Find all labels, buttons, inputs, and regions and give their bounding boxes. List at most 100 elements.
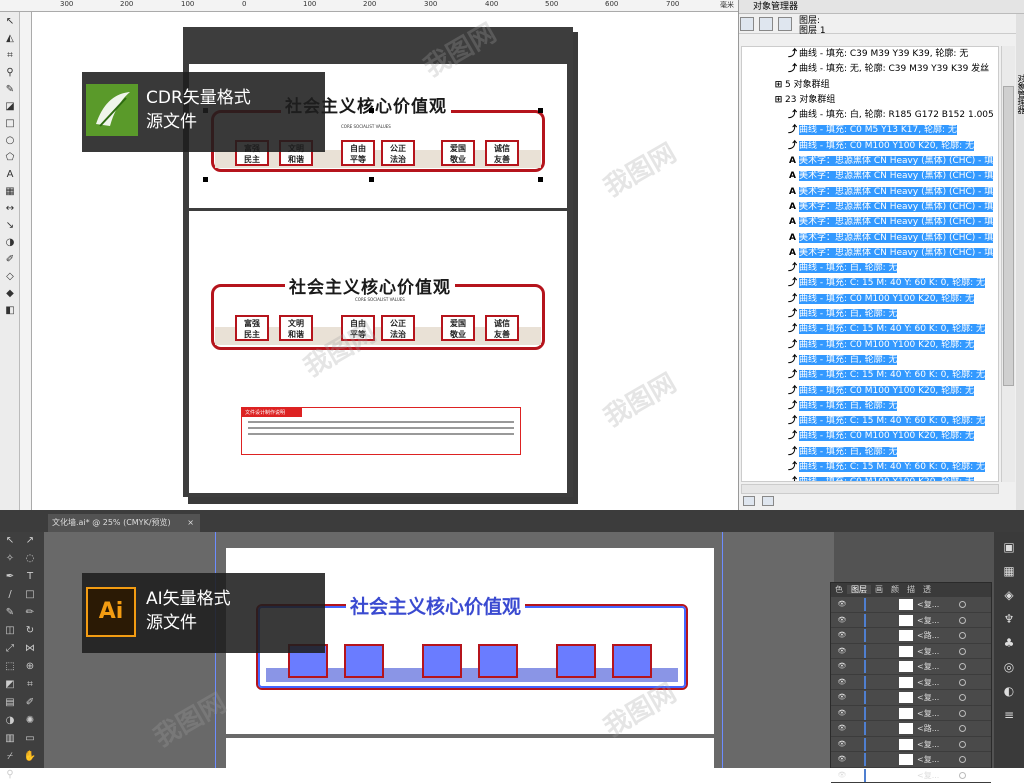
panel-tab[interactable]: 颜 <box>887 585 903 594</box>
object-row[interactable]: A 美术字：思源黑体 CN Heavy (黑体) (CHC) - 填 <box>742 154 998 169</box>
artboard-2[interactable] <box>226 738 714 768</box>
selection-handle[interactable] <box>369 108 374 113</box>
outline-tool-icon[interactable]: ◇ <box>3 270 17 284</box>
target-circle-icon[interactable] <box>959 740 966 748</box>
object-row[interactable]: ⤴ 曲线 - 填充: C: 15 M: 40 Y: 60 K: 0, 轮廓: 无 <box>742 276 998 291</box>
show-properties-icon[interactable] <box>740 17 754 31</box>
slice-tool-icon[interactable]: ⌿ <box>2 750 18 764</box>
rectangle-tool-icon[interactable]: □ <box>3 117 17 131</box>
object-row[interactable]: ⤴曲线 - 填充: C0 M100 Y100 K20, 轮廓: 无 <box>742 384 998 399</box>
selection-tool-icon[interactable]: ↖ <box>2 534 18 548</box>
side-tab-label[interactable]: 对象管理器 <box>1016 74 1024 114</box>
hand-tool-icon[interactable]: ✋ <box>22 750 38 764</box>
eyedropper-tool-icon[interactable]: ✐ <box>3 253 17 267</box>
object-row[interactable]: ⤴ 曲线 - 填充: 白, 轮廓: R185 G172 B152 1.005 <box>742 108 998 123</box>
edit-across-layers-icon[interactable] <box>758 17 773 31</box>
visibility-eye-icon[interactable]: 👁 <box>837 675 847 690</box>
document-tab[interactable]: 文化墙.ai* @ 25% (CMYK/预览) × <box>48 514 200 532</box>
layers-panel-icon[interactable]: ◈ <box>1000 586 1018 604</box>
mesh-tool-icon[interactable]: ⌗ <box>22 678 38 692</box>
object-row[interactable]: ⤴曲线 - 填充: C0 M100 Y100 K20, 轮廓: 无 <box>742 429 998 444</box>
interactive-fill-tool-icon[interactable]: ◧ <box>3 304 17 318</box>
new-master-layer-icon[interactable] <box>761 496 774 506</box>
object-row[interactable]: ⤴ 曲线 - 填充: C39 M39 Y39 K39, 轮廓: 无 <box>742 47 998 62</box>
pencil-tool-icon[interactable]: ✏ <box>22 606 38 620</box>
target-circle-icon[interactable] <box>959 616 966 624</box>
direct-selection-tool-icon[interactable]: ↗ <box>22 534 38 548</box>
visibility-eye-icon[interactable]: 👁 <box>837 613 847 628</box>
gradient-tool-icon[interactable]: ▤ <box>2 696 18 710</box>
layer-row[interactable]: 👁 <复... <box>831 690 991 706</box>
visibility-eye-icon[interactable]: 👁 <box>837 768 847 783</box>
symbols-panel-icon[interactable]: ♣ <box>1000 634 1018 652</box>
symbol-sprayer-tool-icon[interactable]: ✺ <box>22 714 38 728</box>
object-row[interactable]: A 美术字：思源黑体 CN Heavy (黑体) (CHC) - 填 <box>742 185 998 200</box>
eyedropper-tool-icon[interactable]: ✐ <box>22 696 38 710</box>
object-row[interactable]: ⊞ 5 对象群组 <box>742 78 998 93</box>
table-tool-icon[interactable]: ▦ <box>3 185 17 199</box>
shape-builder-tool-icon[interactable]: ⊕ <box>22 660 38 674</box>
panel-tab[interactable]: 画 <box>871 585 887 594</box>
text-tool-icon[interactable]: A <box>3 168 17 182</box>
target-circle-icon[interactable] <box>959 771 966 779</box>
smart-fill-tool-icon[interactable]: ◪ <box>3 100 17 114</box>
object-row[interactable]: ⤴ 曲线 - 填充: C0 M5 Y13 K17, 轮廓: 无 <box>742 123 998 138</box>
layer-row[interactable]: 👁 <复... <box>831 737 991 752</box>
visibility-eye-icon[interactable]: 👁 <box>837 690 847 705</box>
blend-tool-icon[interactable]: ◑ <box>2 714 18 728</box>
layer-row[interactable]: 👁 <复... <box>831 644 991 659</box>
rotate-tool-icon[interactable]: ↻ <box>22 624 38 638</box>
object-row[interactable]: ⤴ 曲线 - 填充: 无, 轮廓: C39 M39 Y39 K39 发丝 <box>742 62 998 77</box>
visibility-eye-icon[interactable]: 👁 <box>837 597 847 612</box>
swatches-panel-icon[interactable]: ▦ <box>1000 562 1018 580</box>
dimension-tool-icon[interactable]: ↔ <box>3 202 17 216</box>
object-row[interactable]: A 美术字：思源黑体 CN Heavy (黑体) (CHC) - 填 <box>742 169 998 184</box>
pen-tool-icon[interactable]: ✒ <box>2 570 18 584</box>
zoom-tool-icon[interactable]: ⚲ <box>2 768 18 782</box>
target-circle-icon[interactable] <box>959 663 966 670</box>
visibility-eye-icon[interactable]: 👁 <box>837 752 847 767</box>
freehand-tool-icon[interactable]: ✎ <box>3 83 17 97</box>
shape-tool-icon[interactable]: ◭ <box>3 32 17 46</box>
layer-row[interactable]: 👁 <路... <box>831 721 991 737</box>
object-row[interactable]: A 美术字：思源黑体 CN Heavy (黑体) (CHC) - 填 <box>742 215 998 230</box>
layer-row[interactable]: 👁 <复... <box>831 706 991 721</box>
target-circle-icon[interactable] <box>959 647 966 655</box>
selection-handle[interactable] <box>538 177 543 182</box>
visibility-eye-icon[interactable]: 👁 <box>837 628 847 643</box>
object-row[interactable]: ⤴曲线 - 填充: C0 M100 Y100 K20, 轮廓: 无 <box>742 292 998 307</box>
scrollbar-thumb[interactable] <box>1003 86 1014 386</box>
selection-handle[interactable] <box>203 177 208 182</box>
object-row[interactable]: ⤴曲线 - 填充: C0 M100 Y100 K20, 轮廓: 无 <box>742 475 998 481</box>
panel-tab[interactable]: 色 <box>831 585 847 594</box>
graph-tool-icon[interactable]: ▥ <box>2 732 18 746</box>
visibility-eye-icon[interactable]: 👁 <box>837 706 847 721</box>
target-circle-icon[interactable] <box>959 694 966 701</box>
lasso-tool-icon[interactable]: ◌ <box>22 552 38 566</box>
visibility-eye-icon[interactable]: 👁 <box>837 644 847 659</box>
object-row[interactable]: A 美术字：思源黑体 CN Heavy (黑体) (CHC) - 填 <box>742 246 998 261</box>
object-row[interactable]: ⤴ 曲线 - 填充: 白, 轮廓: 无 <box>742 445 998 460</box>
layer-manager-icon[interactable] <box>777 17 792 31</box>
layer-row[interactable]: 👁 <复... <box>831 752 991 768</box>
target-circle-icon[interactable] <box>959 632 966 639</box>
brush-panel-icon[interactable]: ♆ <box>1000 610 1018 628</box>
layer-row[interactable]: 👁 <复... <box>831 768 991 783</box>
polygon-tool-icon[interactable]: ⬠ <box>3 151 17 165</box>
object-row[interactable]: ⤴曲线 - 填充: C0 M100 Y100 K20, 轮廓: 无 <box>742 139 998 154</box>
eraser-tool-icon[interactable]: ◫ <box>2 624 18 638</box>
fill-tool-icon[interactable]: ◆ <box>3 287 17 301</box>
scale-tool-icon[interactable]: ⤢ <box>2 642 18 656</box>
docker-side-tabs[interactable]: 对象管理器 <box>1016 14 1024 510</box>
rectangle-tool-icon[interactable]: □ <box>22 588 38 602</box>
object-row[interactable]: ⤴ 曲线 - 填充: C: 15 M: 40 Y: 60 K: 0, 轮廓: 无 <box>742 322 998 337</box>
object-row[interactable]: A 美术字：思源黑体 CN Heavy (黑体) (CHC) - 填 <box>742 200 998 215</box>
zoom-tool-icon[interactable]: ⚲ <box>3 66 17 80</box>
object-row[interactable]: ⤴ 曲线 - 填充: C: 15 M: 40 Y: 60 K: 0, 轮廓: 无 <box>742 368 998 383</box>
close-tab-icon[interactable]: × <box>187 514 194 532</box>
magic-wand-tool-icon[interactable]: ✧ <box>2 552 18 566</box>
object-list-scrollbar[interactable] <box>1001 46 1015 482</box>
visibility-eye-icon[interactable]: 👁 <box>837 737 847 752</box>
pick-tool-icon[interactable]: ↖ <box>3 15 17 29</box>
tab-layers[interactable]: 图层 <box>847 585 871 594</box>
